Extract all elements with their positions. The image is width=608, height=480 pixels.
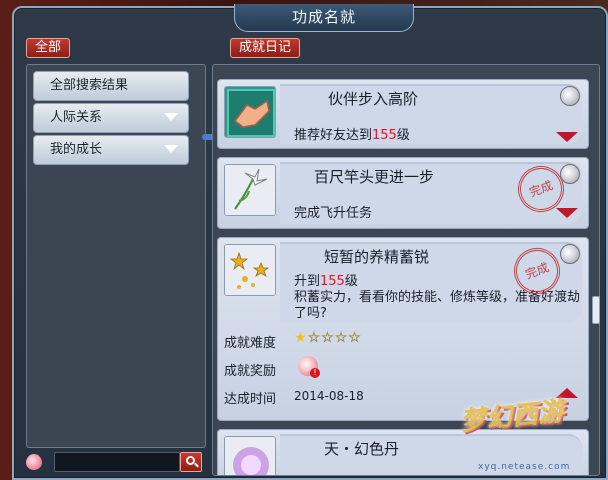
search-bar [24,450,204,474]
category-all-results[interactable]: 全部搜索结果 [33,71,189,101]
achievement-title: 百尺竿头更进一步 [314,168,435,186]
flower-icon [224,164,276,216]
completion-time-value: 2014-08-18 [294,389,364,403]
difficulty-stars: ★☆☆☆☆ [294,330,362,347]
achievement-flavor-text: 积蓄实力，看看你的技能、修炼等级，准备好渡劫了吗? [294,290,581,321]
difficulty-label: 成就难度 [224,336,277,351]
bell-icon[interactable] [560,86,580,106]
achievement-description: 完成飞升任务 [294,206,373,221]
achievement-description: 推荐好友达到155级 [294,128,410,143]
reward-label: 成就奖励 [224,364,277,379]
diary-button[interactable]: 成就日记 [230,38,301,58]
chevron-down-icon [164,145,178,153]
achievement-entry[interactable]: 百尺竿头更进一步 完成飞升任务 完成 [217,157,589,229]
achievement-title: 短暂的养精蓄锐 [324,248,430,266]
achievement-description: 升到155级 [294,274,358,289]
reward-badge: ! [310,368,320,378]
logo-url: xyq.netease.com [478,462,571,472]
peach-icon [26,454,42,470]
category-panel: 全部搜索结果 人际关系 我的成长 [26,64,206,448]
category-relationships[interactable]: 人际关系 [33,103,189,133]
star-empty-icon: ☆ [307,330,322,347]
category-my-growth[interactable]: 我的成长 [33,135,189,165]
completion-time-label: 达成时间 [224,392,277,407]
bell-icon[interactable] [560,244,580,264]
category-label: 我的成长 [50,142,103,157]
category-label: 全部搜索结果 [50,78,129,93]
star-icon: ★ [294,330,308,346]
achievement-entry[interactable]: 伙伴步入高阶 推荐好友达到155级 [217,79,589,149]
category-label: 人际关系 [50,110,103,125]
search-input[interactable] [54,452,180,472]
expand-arrow-icon[interactable] [556,132,578,142]
achievement-title: 伙伴步入高阶 [328,90,419,108]
expand-arrow-icon[interactable] [556,208,578,218]
all-button[interactable]: 全部 [26,38,71,58]
bell-icon[interactable] [560,164,580,184]
chevron-down-icon [164,113,178,121]
pill-icon [224,436,276,475]
handshake-icon [224,86,276,138]
window-title: 功成名就 [234,4,414,32]
star-empty-icon: ☆ [334,330,349,347]
star-empty-icon: ☆ [321,330,335,347]
star-empty-icon: ☆ [348,330,362,347]
stars-icon [224,244,276,296]
search-button[interactable] [180,452,202,472]
scroll-thumb[interactable] [592,296,600,324]
achievement-title: 天・幻色丹 [324,440,400,458]
